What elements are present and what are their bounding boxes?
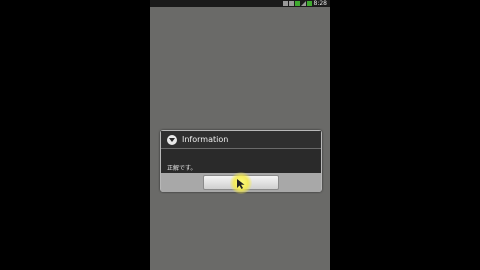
status-time: 8:28 xyxy=(313,0,327,7)
dialog-header: Information xyxy=(161,131,321,149)
dialog-title: Information xyxy=(182,134,229,144)
battery-icon xyxy=(306,1,312,6)
cursor-icon xyxy=(237,179,245,189)
wifi-icon xyxy=(294,1,300,6)
usb-icon xyxy=(282,1,288,6)
dialog-body: 正解です。 xyxy=(161,149,321,173)
signal-icon xyxy=(300,1,306,6)
notification-icon xyxy=(288,1,294,6)
dialog-message: 正解です。 xyxy=(167,165,197,172)
info-icon xyxy=(167,134,177,145)
phone-screen: 8:28 Information 正解です。 xyxy=(150,0,330,270)
status-bar: 8:28 xyxy=(150,0,330,7)
